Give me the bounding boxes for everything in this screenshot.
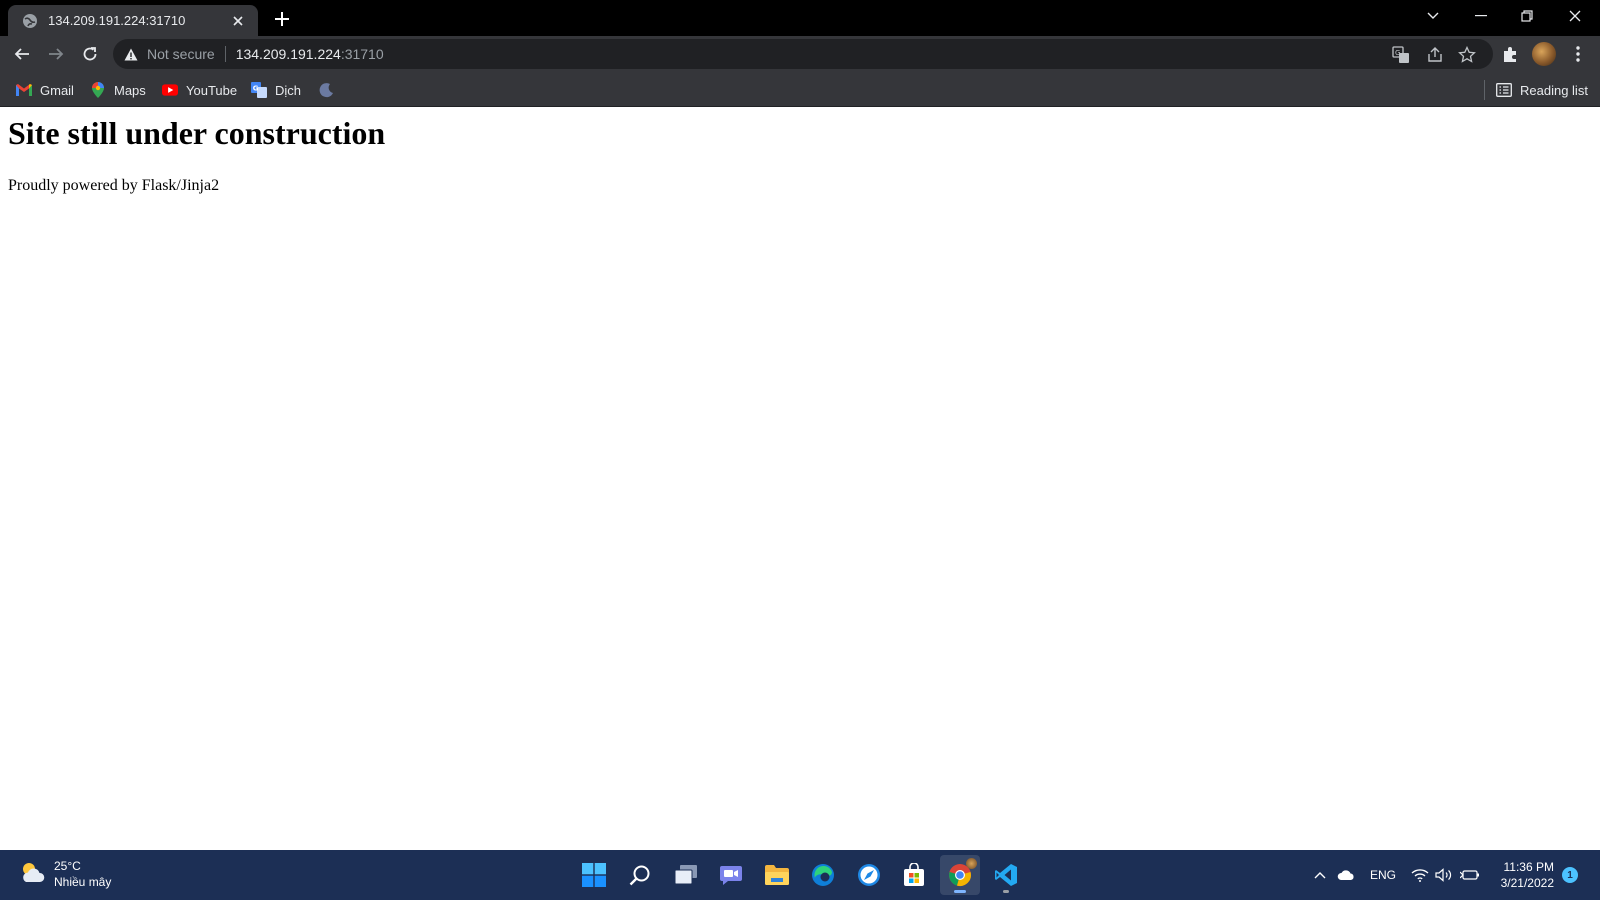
more-menu-icon[interactable]: [1566, 42, 1590, 66]
chevron-down-icon: [1427, 12, 1439, 19]
reading-list-label: Reading list: [1520, 82, 1588, 98]
maps-icon: [90, 82, 106, 98]
active-app-indicator: [954, 890, 966, 893]
address-bar[interactable]: Not secure 134.209.191.224:31710 G: [113, 39, 1493, 69]
translate-icon: G: [251, 82, 267, 98]
language-indicator[interactable]: ENG: [1370, 868, 1396, 882]
store-button[interactable]: [894, 855, 934, 895]
forward-button[interactable]: [42, 40, 70, 68]
chevron-up-icon: [1314, 872, 1326, 879]
bookmark-translate[interactable]: G Dịch: [251, 80, 301, 100]
notification-badge[interactable]: 1: [1562, 867, 1578, 883]
browser-toolbar: Not secure 134.209.191.224:31710 G: [0, 36, 1600, 73]
plus-icon: [275, 12, 289, 26]
start-button[interactable]: [574, 855, 614, 895]
page-heading: Site still under construction: [8, 115, 386, 151]
arrow-right-icon: [49, 48, 64, 60]
security-label[interactable]: Not secure: [147, 46, 215, 62]
bookmark-label: Maps: [114, 82, 146, 98]
bookmark-star-icon[interactable]: [1457, 45, 1477, 65]
translate-page-icon[interactable]: G: [1391, 45, 1411, 65]
partly-cloudy-icon: [20, 860, 46, 889]
minimize-icon: [1475, 15, 1487, 17]
address-divider: [224, 46, 226, 62]
reload-icon: [83, 47, 97, 61]
weather-widget[interactable]: 25°C Nhiều mây: [20, 858, 111, 890]
task-view-button[interactable]: [666, 855, 706, 895]
moon-icon: [318, 82, 334, 98]
globe-icon: [22, 13, 38, 29]
reading-list-button[interactable]: Reading list: [1496, 80, 1588, 100]
edge-icon: [812, 864, 834, 886]
volume-icon[interactable]: [1434, 865, 1454, 885]
restore-icon: [1521, 10, 1533, 22]
youtube-icon: [162, 82, 178, 98]
warning-icon[interactable]: [123, 46, 139, 62]
svg-text:G: G: [1395, 49, 1400, 57]
browser-tab-active[interactable]: 134.209.191.224:31710: [8, 5, 258, 36]
chrome-button[interactable]: [940, 855, 980, 895]
bookmark-youtube[interactable]: YouTube: [162, 80, 237, 100]
restore-button[interactable]: [1504, 0, 1550, 32]
url-host: 134.209.191.224: [235, 46, 341, 62]
bookmark-label: Dịch: [275, 82, 302, 98]
reading-list-icon: [1496, 82, 1512, 98]
url-port: :31710: [340, 46, 384, 62]
task-view-icon: [674, 865, 697, 885]
chat-button[interactable]: [711, 855, 751, 895]
weather-condition: Nhiều mây: [54, 875, 112, 889]
chat-icon: [720, 866, 742, 885]
tab-search-button[interactable]: [1410, 0, 1456, 32]
svg-text:G: G: [253, 85, 259, 93]
show-hidden-icons-button[interactable]: [1310, 865, 1330, 885]
weather-temperature: 25°C: [54, 859, 81, 873]
compass-app-icon: [858, 864, 880, 886]
share-icon[interactable]: [1425, 45, 1445, 65]
browser-titlebar: 134.209.191.224:31710: [0, 0, 1600, 36]
store-icon: [904, 863, 924, 886]
bookmark-gmail[interactable]: Gmail: [16, 80, 74, 100]
arrow-left-icon: [14, 48, 29, 60]
tab-close-icon[interactable]: [228, 11, 248, 31]
bookmark-label: YouTube: [186, 82, 238, 98]
web-page-content: Site still under construction Proudly po…: [0, 107, 1600, 850]
back-button[interactable]: [8, 40, 36, 68]
wifi-icon[interactable]: [1410, 865, 1430, 885]
chrome-profile-badge: [966, 858, 977, 869]
edge-button[interactable]: [803, 855, 843, 895]
bookmark-label: Gmail: [40, 82, 74, 98]
windows-taskbar: 25°C Nhiều mây ENG 11:36 PM 3/21/2022 1: [0, 850, 1600, 900]
powered-by-text: Proudly powered by Flask/Jinja2: [8, 177, 220, 194]
reload-button[interactable]: [76, 40, 104, 68]
clock-time: 11:36 PM: [1503, 860, 1554, 874]
bookmark-maps[interactable]: Maps: [90, 80, 146, 100]
vscode-icon: [995, 864, 1017, 886]
search-button[interactable]: [620, 855, 660, 895]
windows-logo-icon: [582, 863, 606, 887]
gmail-icon: [16, 82, 32, 98]
new-tab-button[interactable]: [270, 7, 294, 31]
onedrive-icon[interactable]: [1336, 865, 1356, 885]
minimize-button[interactable]: [1458, 0, 1504, 32]
search-icon: [629, 865, 650, 886]
tab-title: 134.209.191.224:31710: [48, 13, 186, 28]
pinned-app-button[interactable]: [849, 855, 889, 895]
bookmarks-bar: Gmail Maps YouTube G Dịch Reading list: [0, 73, 1600, 107]
running-app-indicator: [1003, 890, 1009, 893]
battery-charging-icon[interactable]: [1460, 865, 1480, 885]
clock-date: 3/21/2022: [1500, 876, 1554, 890]
bookmark-unnamed[interactable]: [318, 80, 334, 100]
profile-avatar[interactable]: [1532, 42, 1556, 66]
close-window-button[interactable]: [1552, 0, 1598, 32]
file-explorer-button[interactable]: [757, 855, 797, 895]
folder-icon: [765, 865, 789, 885]
extensions-icon[interactable]: [1498, 42, 1522, 66]
vscode-button[interactable]: [986, 855, 1026, 895]
close-icon: [1569, 10, 1581, 22]
bookmarks-divider: [1484, 80, 1485, 100]
system-clock[interactable]: 11:36 PM 3/21/2022: [1488, 859, 1554, 891]
